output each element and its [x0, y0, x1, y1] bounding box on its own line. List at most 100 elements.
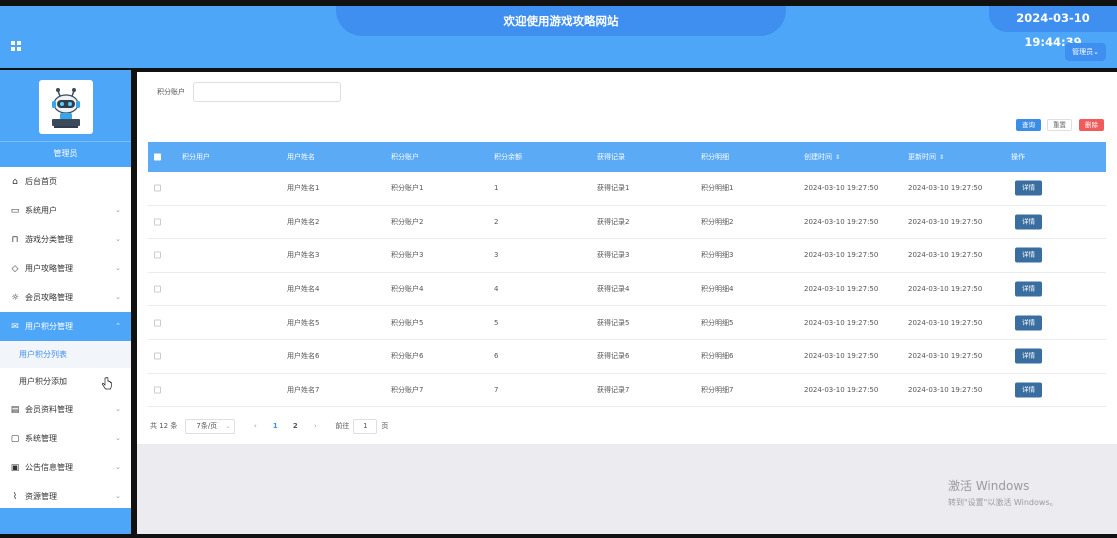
goto-page-input[interactable]: 1: [353, 418, 378, 434]
table-row: 用户姓名7 积分账户7 7 获得记录7 积分明细7 2024-03-10 19:27:50…: [148, 374, 1106, 408]
sun-icon: ☼: [10, 292, 20, 303]
sidebar-item-user-guides[interactable]: ◇ 用户攻略管理 ⌄: [0, 254, 131, 283]
sidebar-item-member-guides[interactable]: ☼ 会员攻略管理 ⌄: [0, 283, 131, 312]
cell-updated-time: 2024-03-10 19:27:50: [908, 318, 983, 327]
sidebar-item-label: 游戏分类管理: [25, 235, 73, 244]
query-button[interactable]: 查询: [1016, 119, 1041, 131]
watermark-line-1: 激活 Windows: [948, 479, 1030, 493]
row-checkbox[interactable]: [154, 285, 161, 293]
sort-icon[interactable]: ⇕: [835, 154, 840, 161]
prev-page-button[interactable]: ‹: [249, 422, 261, 430]
cell-points-account: 积分账户6: [391, 352, 424, 361]
sidebar-item-system-management[interactable]: ▢ 系统管理 ⌄: [0, 424, 131, 453]
row-checkbox[interactable]: [154, 319, 161, 327]
cell-user-name: 用户姓名6: [287, 352, 320, 361]
detail-button[interactable]: 详情: [1015, 214, 1042, 230]
chat-icon: ▢: [10, 433, 20, 444]
cell-updated-time: 2024-03-10 19:27:50: [908, 385, 983, 394]
detail-button[interactable]: 详情: [1015, 180, 1042, 196]
table-header: 积分用户 用户姓名 积分账户 积分余额 获得记录 积分明细 创建时间 ⇕ 更新时间…: [148, 142, 1106, 172]
row-checkbox[interactable]: [154, 184, 161, 192]
detail-button[interactable]: 详情: [1015, 281, 1042, 297]
sidebar-item-resources[interactable]: ⌇ 资源管理 ⌄: [0, 482, 131, 511]
page-1-button[interactable]: 1: [269, 422, 281, 430]
page-size-select[interactable]: 7条/页 ⌄: [185, 418, 236, 434]
cell-points-balance: 3: [494, 251, 499, 260]
sidebar: 管理员 ⌂ 后台首页 ▭ 系统用户 ⌄ ⊓ 游戏分类管理 ⌄ ◇ 用户攻略管理 …: [0, 70, 131, 534]
admin-menu-button[interactable]: 管理员⌄: [1065, 43, 1106, 61]
detail-button[interactable]: 详情: [1015, 247, 1042, 263]
table-row: 用户姓名3 积分账户3 3 获得记录3 积分明细3 2024-03-10 19:27:50…: [148, 239, 1106, 273]
robot-avatar-icon: [51, 88, 80, 128]
sidebar-item-label: 后台首页: [25, 177, 57, 186]
cell-points-detail: 积分明细1: [701, 184, 734, 193]
sidebar-item-label: 用户积分管理: [25, 322, 73, 331]
mail-icon: ✉: [11, 321, 19, 332]
header-points-balance: 积分余额: [494, 153, 522, 161]
sidebar-subitem-points-list[interactable]: 用户积分列表: [0, 341, 131, 368]
sidebar-item-system-users[interactable]: ▭ 系统用户 ⌄: [0, 196, 131, 225]
table-row: 用户姓名6 积分账户6 6 获得记录6 积分明细6 2024-03-10 19:27:50…: [148, 340, 1106, 374]
cell-created-time: 2024-03-10 19:27:50: [804, 217, 879, 226]
table-row: 用户姓名1 积分账户1 1 获得记录1 积分明细1 2024-03-10 19:27:50…: [148, 172, 1106, 206]
cell-user-name: 用户姓名3: [287, 251, 320, 260]
next-page-button[interactable]: ›: [309, 422, 321, 430]
sidebar-item-user-points[interactable]: ✉ 用户积分管理 ⌃: [0, 312, 131, 341]
cell-user-name: 用户姓名5: [287, 318, 320, 327]
clipboard-icon: ▤: [10, 404, 20, 415]
home-icon: ⌂: [12, 176, 18, 187]
row-checkbox[interactable]: [154, 218, 161, 226]
chevron-down-icon: ⌄: [225, 422, 231, 430]
page-2-button[interactable]: 2: [289, 422, 301, 430]
cell-earn-record: 获得记录2: [597, 217, 630, 226]
watermark-line-2: 转到"设置"以激活 Windows。: [948, 498, 1058, 507]
header-points-detail: 积分明细: [701, 153, 729, 161]
sidebar-item-game-category[interactable]: ⊓ 游戏分类管理 ⌄: [0, 225, 131, 254]
delete-button[interactable]: 删除: [1079, 119, 1104, 131]
sidebar-item-announcements[interactable]: ▣ 公告信息管理 ⌄: [0, 453, 131, 482]
cell-user-name: 用户姓名2: [287, 217, 320, 226]
cell-points-account: 积分账户4: [391, 285, 424, 294]
cell-points-detail: 积分明细4: [701, 285, 734, 294]
detail-button[interactable]: 详情: [1015, 315, 1042, 331]
cell-earn-record: 获得记录3: [597, 251, 630, 260]
cell-earn-record: 获得记录4: [597, 285, 630, 294]
sidebar-item-label: 系统用户: [25, 206, 57, 215]
content-panel: 积分账户 查询 重置 删除 积分用户 用户姓名 积分账户 积分余额 获得记录 积…: [137, 72, 1117, 444]
header-points-account: 积分账户: [391, 153, 419, 161]
detail-button[interactable]: 详情: [1015, 348, 1042, 364]
sort-icon[interactable]: ⇕: [939, 154, 944, 161]
detail-button[interactable]: 详情: [1015, 382, 1042, 398]
grid-icon[interactable]: [11, 41, 21, 51]
cell-points-balance: 2: [494, 217, 499, 226]
search-input[interactable]: [193, 82, 341, 102]
row-checkbox[interactable]: [154, 386, 161, 394]
chevron-down-icon: ⌄: [115, 434, 121, 442]
chevron-down-icon: ⌄: [115, 405, 121, 413]
sidebar-item-label: 会员攻略管理: [25, 293, 73, 302]
sidebar-item-home[interactable]: ⌂ 后台首页: [0, 167, 131, 196]
select-all-checkbox[interactable]: [154, 153, 161, 161]
cell-earn-record: 获得记录7: [597, 385, 630, 394]
reset-button[interactable]: 重置: [1047, 119, 1072, 131]
cell-points-account: 积分账户5: [391, 318, 424, 327]
cell-points-balance: 1: [494, 184, 499, 193]
windows-activation-watermark: 激活 Windows 转到"设置"以激活 Windows。: [948, 477, 1058, 508]
cell-updated-time: 2024-03-10 19:27:50: [908, 352, 983, 361]
header-updated-time[interactable]: 更新时间 ⇕: [908, 152, 944, 162]
header-created-time[interactable]: 创建时间 ⇕: [804, 152, 840, 162]
cell-user-name: 用户姓名1: [287, 184, 320, 193]
search-label: 积分账户: [157, 88, 185, 96]
chevron-down-icon: ⌄: [115, 235, 121, 243]
chevron-down-icon: ⌄: [115, 264, 121, 272]
row-checkbox[interactable]: [154, 251, 161, 259]
cell-updated-time: 2024-03-10 19:27:50: [908, 251, 983, 260]
cell-points-balance: 6: [494, 352, 499, 361]
cell-earn-record: 获得记录5: [597, 318, 630, 327]
sidebar-item-member-profiles[interactable]: ▤ 会员资料管理 ⌄: [0, 395, 131, 424]
row-checkbox[interactable]: [154, 352, 161, 360]
header-earn-record: 获得记录: [597, 153, 625, 161]
header-updated-label: 更新时间: [908, 153, 936, 161]
paperclip-icon: ⌇: [12, 491, 18, 502]
chevron-down-icon: ⌄: [115, 463, 121, 471]
